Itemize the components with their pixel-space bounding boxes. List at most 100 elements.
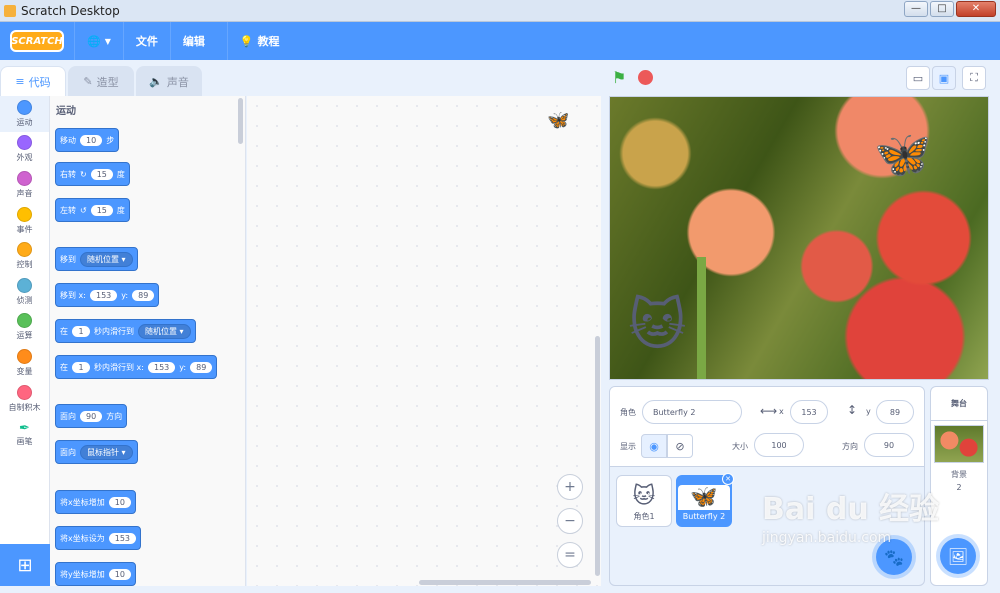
block-turn-left[interactable]: 左转 ↺ 15 度	[55, 198, 130, 222]
category-pen[interactable]: ✒ 画笔	[0, 416, 49, 452]
sprite-info: 角色 Butterfly 2 ⟷ x 153 ↕ y 89 显示 ◉ ⊘ 大小 …	[610, 387, 924, 467]
sound-dot	[17, 170, 32, 186]
block-input[interactable]: 10	[108, 496, 131, 508]
block-dropdown[interactable]: 随机位置 ▾	[138, 323, 191, 339]
category-sound[interactable]: 声音	[0, 167, 49, 203]
stop-button[interactable]	[638, 70, 653, 85]
operators-dot	[17, 313, 32, 329]
block-set-x[interactable]: 将x坐标设为 153	[55, 526, 142, 550]
sensing-dot	[17, 277, 32, 293]
show-label: 显示	[620, 442, 636, 451]
block-goto-xy[interactable]: 移到 x: 153 y: 89	[55, 283, 160, 307]
cat-sprite[interactable]: 🐱	[628, 293, 686, 358]
category-operators[interactable]: 运算	[0, 310, 49, 346]
block-input[interactable]: 1	[72, 361, 90, 373]
fullscreen-button[interactable]: ⛶	[962, 66, 986, 90]
direction-input[interactable]: 90	[864, 433, 914, 457]
rotate-left-icon: ↺	[80, 205, 87, 215]
block-input[interactable]: 15	[90, 168, 113, 180]
block-change-x[interactable]: 将x坐标增加 10	[55, 490, 136, 514]
direction-label: 方向	[842, 442, 858, 451]
minimize-button[interactable]: —	[904, 1, 928, 17]
block-point-towards[interactable]: 面向 鼠标指针 ▾	[55, 440, 138, 464]
block-input[interactable]: 153	[89, 289, 118, 301]
large-stage-button[interactable]: ▣	[932, 66, 956, 90]
add-sprite-button[interactable]: 🐾	[876, 539, 912, 575]
small-stage-icon: ▭	[912, 71, 924, 85]
block-glide-xy[interactable]: 在 1 秒内滑行到 x: 153 y: 89	[55, 355, 218, 379]
sprite-tile-label: Butterfly 2	[682, 512, 726, 521]
block-point-direction[interactable]: 面向 90 方向	[55, 404, 128, 428]
workspace-vertical-scrollbar[interactable]	[595, 336, 600, 576]
backdrop-count: 2	[956, 483, 962, 492]
window-title-bar: Scratch Desktop — □ ✕	[0, 0, 1000, 22]
variables-dot	[17, 348, 32, 364]
tutorials-menu[interactable]: 💡 教程	[226, 22, 292, 60]
palette-scrollbar[interactable]	[238, 98, 243, 144]
tab-code[interactable]: ≡ 代码	[0, 66, 66, 96]
size-input[interactable]: 100	[754, 433, 804, 457]
hide-sprite-button[interactable]: ⊘	[667, 434, 693, 458]
y-label: y	[866, 407, 871, 416]
block-glide-to[interactable]: 在 1 秒内滑行到 随机位置 ▾	[55, 319, 196, 343]
add-backdrop-button[interactable]: 🖼	[940, 538, 976, 574]
workspace-horizontal-scrollbar[interactable]	[419, 580, 591, 585]
block-move-steps[interactable]: 移动 10 步	[55, 128, 120, 152]
zoom-out-button[interactable]: −	[557, 508, 583, 534]
eye-icon: ◉	[649, 439, 659, 453]
block-input[interactable]: 153	[108, 532, 137, 544]
events-dot	[17, 206, 32, 222]
delete-sprite-icon[interactable]: ✕	[722, 473, 734, 485]
block-input[interactable]: 90	[80, 410, 103, 422]
code-workspace[interactable]: 🦋 + − =	[247, 96, 601, 586]
sprite-name-input[interactable]: Butterfly 2	[642, 400, 742, 424]
add-extension-button[interactable]: ⊞	[0, 544, 50, 586]
block-input[interactable]: 153	[147, 361, 176, 373]
cat-plus-icon: 🐾	[884, 547, 904, 567]
block-input[interactable]: 10	[108, 568, 131, 580]
close-button[interactable]: ✕	[956, 1, 996, 17]
tab-costumes[interactable]: ✎ 造型	[68, 66, 134, 96]
edit-menu[interactable]: 编辑	[169, 22, 217, 60]
maximize-button[interactable]: □	[930, 1, 954, 17]
zoom-in-icon: +	[564, 479, 576, 495]
block-change-y[interactable]: 将y坐标增加 10	[55, 562, 136, 586]
chevron-down-icon: ▼	[104, 36, 111, 46]
block-dropdown[interactable]: 鼠标指针 ▾	[80, 444, 133, 460]
sprite-tile-butterfly[interactable]: ✕ 🦋 Butterfly 2	[676, 473, 734, 527]
tab-sounds[interactable]: 🔈 声音	[136, 66, 202, 96]
my-blocks-dot	[17, 384, 32, 400]
category-events[interactable]: 事件	[0, 203, 49, 239]
stage-canvas[interactable]: 🐱 🦋	[609, 96, 989, 380]
small-stage-button[interactable]: ▭	[906, 66, 930, 90]
block-input[interactable]: 15	[90, 204, 113, 216]
zoom-reset-button[interactable]: =	[557, 542, 583, 568]
category-looks[interactable]: 外观	[0, 132, 49, 168]
category-control[interactable]: 控制	[0, 238, 49, 274]
butterfly-icon: 🦋	[547, 110, 570, 131]
sprite-tile-cat[interactable]: 🐱 角色1	[616, 475, 672, 527]
y-input[interactable]: 89	[876, 400, 914, 424]
stage-header: ⚑ ▭ ▣ ⛶	[610, 66, 990, 94]
show-sprite-button[interactable]: ◉	[641, 434, 667, 458]
category-sensing[interactable]: 侦测	[0, 274, 49, 310]
category-my-blocks[interactable]: 自制积木	[0, 381, 49, 417]
x-input[interactable]: 153	[790, 400, 828, 424]
globe-icon: 🌐	[87, 34, 101, 48]
block-dropdown[interactable]: 随机位置 ▾	[80, 251, 133, 267]
language-menu[interactable]: 🌐 ▼	[74, 22, 123, 60]
block-goto[interactable]: 移到 随机位置 ▾	[55, 247, 138, 271]
block-input[interactable]: 89	[190, 361, 213, 373]
scratch-logo[interactable]: SCRATCH	[10, 30, 64, 52]
block-input[interactable]: 10	[80, 134, 103, 146]
category-variables[interactable]: 变量	[0, 345, 49, 381]
block-input[interactable]: 89	[132, 289, 155, 301]
butterfly-sprite[interactable]: 🦋	[874, 127, 931, 182]
file-menu[interactable]: 文件	[122, 22, 170, 60]
category-motion[interactable]: 运动	[0, 96, 49, 132]
backdrop-thumbnail	[934, 425, 984, 463]
block-turn-right[interactable]: 右转 ↻ 15 度	[55, 162, 130, 186]
block-input[interactable]: 1	[72, 325, 90, 337]
zoom-in-button[interactable]: +	[557, 474, 583, 500]
green-flag-button[interactable]: ⚑	[612, 68, 626, 87]
